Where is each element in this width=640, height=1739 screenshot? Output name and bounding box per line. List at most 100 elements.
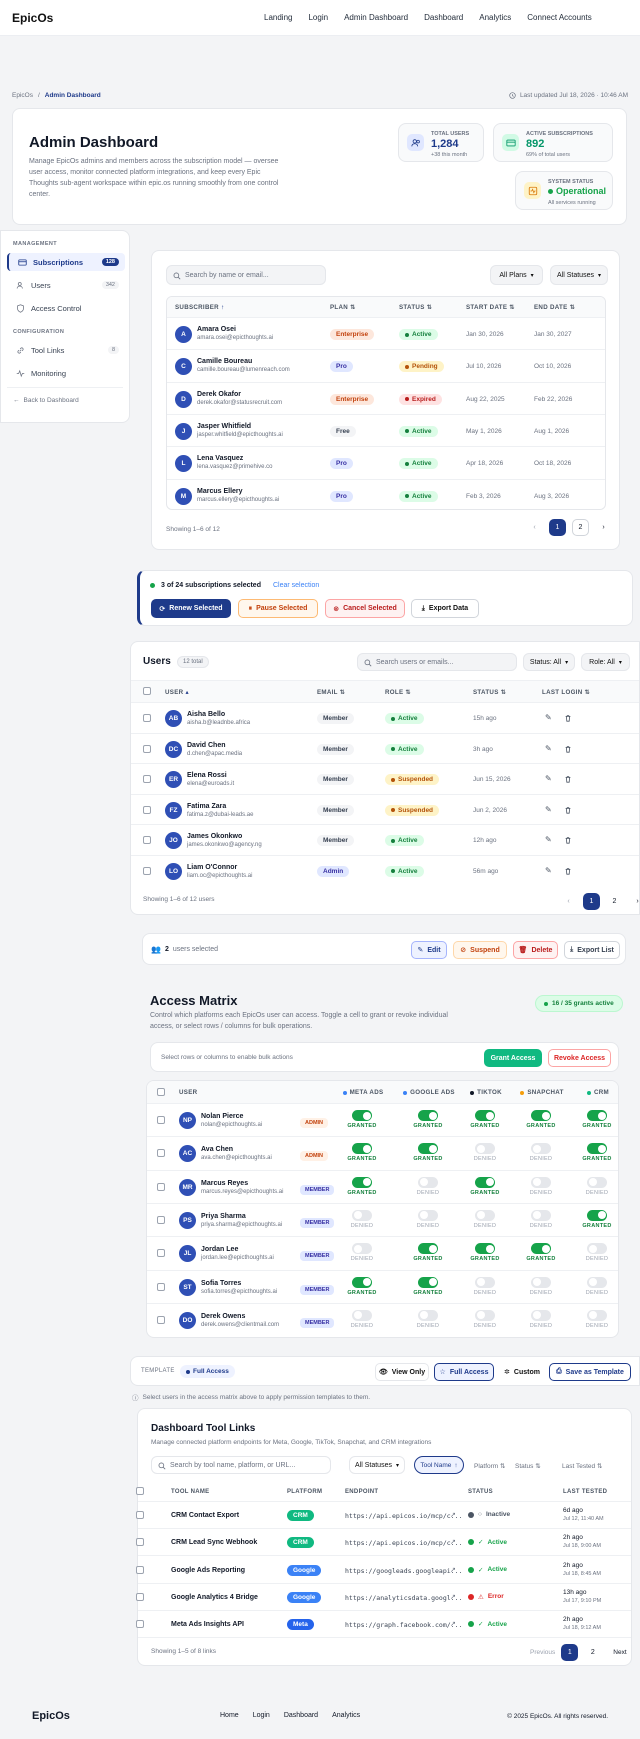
row-checkbox[interactable]: [136, 1565, 144, 1574]
access-toggle[interactable]: [418, 1143, 438, 1155]
subscription-row[interactable]: J Jasper Whitfield jasper.whitfield@epicth…: [167, 413, 605, 446]
row-checkbox[interactable]: [157, 1149, 165, 1158]
access-toggle[interactable]: [587, 1143, 607, 1155]
export-list-button[interactable]: ⤓ Export List: [564, 941, 620, 959]
next-page-button[interactable]: Next: [607, 1649, 632, 1656]
tool-link-row[interactable]: Meta Ads Insights API Meta https://graph.f…: [136, 1611, 631, 1639]
access-toggle[interactable]: [352, 1143, 372, 1155]
subscription-search-input[interactable]: Search by name or email...: [166, 265, 326, 285]
col-end-date[interactable]: END DATE ⇅: [534, 304, 575, 311]
access-toggle[interactable]: [418, 1276, 438, 1288]
users-role-filter[interactable]: Role: All ▾: [581, 653, 630, 671]
row-checkbox[interactable]: [157, 1182, 165, 1191]
access-toggle[interactable]: [531, 1176, 551, 1188]
access-toggle[interactable]: [587, 1276, 607, 1288]
col-user[interactable]: USER ▴: [165, 689, 189, 696]
nav-link-login[interactable]: Login: [308, 13, 328, 22]
trash-icon[interactable]: [564, 867, 572, 875]
footer-link-dashboard[interactable]: Dashboard: [284, 1712, 318, 1719]
edit-icon[interactable]: ✎: [545, 774, 552, 783]
col-platform[interactable]: TIKTOK: [459, 1089, 513, 1096]
brand-logo[interactable]: EpicOs: [12, 11, 53, 25]
footer-link-analytics[interactable]: Analytics: [332, 1712, 360, 1719]
subscription-row[interactable]: M Marcus Ellery marcus.ellery@epicthoughts…: [167, 478, 605, 510]
access-toggle[interactable]: [418, 1243, 438, 1255]
access-toggle[interactable]: [475, 1176, 495, 1188]
prev-page-button[interactable]: ‹: [526, 519, 543, 536]
subscription-row[interactable]: D Derek Okafor derek.okafor@statusrecruit.…: [167, 381, 605, 414]
access-toggle[interactable]: [352, 1276, 372, 1288]
row-checkbox[interactable]: [157, 1249, 165, 1258]
col-status[interactable]: STATUS ⇅: [399, 304, 432, 311]
row-checkbox[interactable]: [143, 714, 151, 722]
access-toggle[interactable]: [352, 1243, 372, 1255]
row-checkbox[interactable]: [157, 1315, 165, 1324]
row-checkbox[interactable]: [157, 1282, 165, 1291]
edit-icon[interactable]: ✎: [545, 744, 552, 753]
access-toggle[interactable]: [352, 1176, 372, 1188]
user-row[interactable]: DC David Chen d.chen@apac.media Member Activ…: [131, 732, 639, 763]
external-link-icon[interactable]: ↗: [450, 1511, 456, 1519]
trash-icon[interactable]: [564, 714, 572, 722]
back-to-dashboard-link[interactable]: ← Back to Dashboard: [13, 397, 79, 404]
row-checkbox[interactable]: [136, 1511, 144, 1519]
external-link-icon[interactable]: ↗: [450, 1538, 456, 1546]
sort-last-tested-button[interactable]: Last Tested ⇅: [562, 1462, 602, 1470]
col-status[interactable]: STATUS ⇅: [473, 689, 506, 696]
tool-link-row[interactable]: Google Analytics 4 Bridge Google https://a…: [136, 1584, 631, 1611]
subscription-row[interactable]: L Lena Vasquez lena.vasquez@primehive.co Pr…: [167, 446, 605, 478]
edit-icon[interactable]: ✎: [545, 866, 552, 875]
sort-status-button[interactable]: Status ⇅: [515, 1462, 541, 1470]
col-email[interactable]: EMAIL ⇅: [317, 689, 345, 696]
breadcrumb-root[interactable]: EpicOs: [12, 92, 33, 99]
page-1-button[interactable]: 1: [561, 1644, 579, 1661]
nav-link-connect-accounts[interactable]: Connect Accounts: [527, 13, 591, 22]
page-2-button[interactable]: 2: [572, 519, 589, 536]
edit-icon[interactable]: ✎: [545, 713, 552, 722]
row-checkbox[interactable]: [143, 836, 151, 844]
access-toggle[interactable]: [531, 1309, 551, 1321]
row-checkbox[interactable]: [143, 866, 151, 875]
external-link-icon[interactable]: ↗: [450, 1620, 456, 1628]
trash-icon[interactable]: [564, 836, 572, 844]
nav-link-landing[interactable]: Landing: [264, 13, 292, 22]
access-toggle[interactable]: [475, 1309, 495, 1321]
sidebar-item-tool-links[interactable]: Tool Links 8: [7, 341, 125, 359]
tool-search-input[interactable]: Search by tool name, platform, or URL...: [151, 1456, 331, 1474]
delete-users-button[interactable]: 🗑 Delete: [513, 941, 558, 959]
full-access-template-button[interactable]: ☆ Full Access: [434, 1363, 494, 1381]
access-toggle[interactable]: [418, 1209, 438, 1221]
edit-users-button[interactable]: ✎ Edit: [411, 941, 447, 959]
save-as-template-button[interactable]: ⎙ Save as Template: [549, 1363, 631, 1381]
col-start-date[interactable]: START DATE ⇅: [466, 304, 515, 311]
page-2-button[interactable]: 2: [606, 893, 623, 910]
access-toggle[interactable]: [352, 1309, 372, 1321]
access-toggle[interactable]: [587, 1243, 607, 1255]
access-toggle[interactable]: [475, 1143, 495, 1155]
status-filter-select[interactable]: All Statuses ▾: [550, 265, 608, 285]
edit-icon[interactable]: ✎: [545, 805, 552, 814]
clear-selection-link[interactable]: Clear selection: [273, 582, 319, 589]
next-page-button[interactable]: ›: [629, 893, 640, 910]
sidebar-item-users[interactable]: Users 342: [7, 276, 125, 294]
row-checkbox[interactable]: [143, 744, 151, 753]
col-last-login[interactable]: LAST LOGIN ⇅: [542, 689, 590, 696]
users-search-input[interactable]: Search users or emails...: [357, 653, 517, 671]
access-toggle[interactable]: [531, 1209, 551, 1221]
subscription-row[interactable]: A Amara Osei amara.osei@epicthoughts.ai Ent…: [167, 317, 605, 349]
row-checkbox[interactable]: [136, 1538, 144, 1547]
external-link-icon[interactable]: ↗: [450, 1566, 456, 1574]
view-only-template-button[interactable]: 👁 View Only: [375, 1363, 429, 1381]
access-toggle[interactable]: [418, 1309, 438, 1321]
page-1-button[interactable]: 1: [583, 893, 600, 910]
row-checkbox[interactable]: [136, 1620, 144, 1629]
grant-access-button[interactable]: Grant Access: [484, 1049, 542, 1067]
row-checkbox[interactable]: [157, 1215, 165, 1224]
renew-selected-button[interactable]: ⟳ Renew Selected: [151, 599, 231, 618]
sidebar-item-monitoring[interactable]: Monitoring: [7, 364, 125, 382]
access-toggle[interactable]: [531, 1143, 551, 1155]
sort-platform-button[interactable]: Platform ⇅: [474, 1462, 505, 1470]
access-toggle[interactable]: [418, 1110, 438, 1121]
prev-page-button[interactable]: Previous: [530, 1649, 555, 1656]
access-toggle[interactable]: [587, 1176, 607, 1188]
